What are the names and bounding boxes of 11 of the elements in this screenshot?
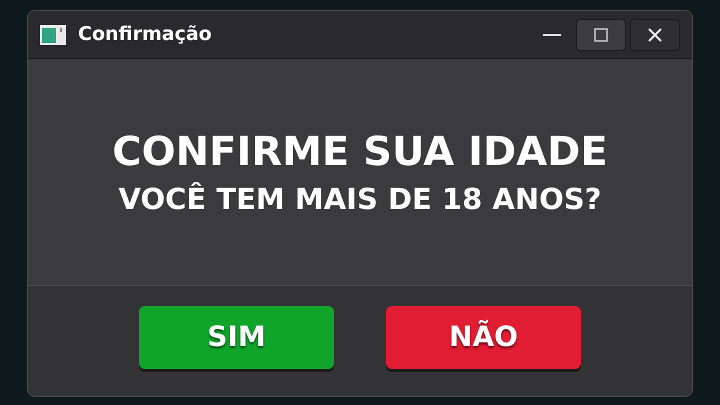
window-title: Confirmação <box>78 22 212 48</box>
maximize-icon <box>594 28 608 42</box>
close-button[interactable] <box>630 18 680 50</box>
question: VOCÊ TEM MAIS DE 18 ANOS? <box>118 180 602 218</box>
minimize-icon <box>543 34 561 36</box>
close-icon <box>647 26 663 42</box>
window-icon <box>40 24 66 44</box>
answer-button[interactable]: NÃO <box>386 306 581 368</box>
heading: CONFIRME SUA IDADE <box>112 128 608 177</box>
answer-button[interactable]: SIM <box>139 306 334 368</box>
maximize-button[interactable] <box>576 18 626 50</box>
